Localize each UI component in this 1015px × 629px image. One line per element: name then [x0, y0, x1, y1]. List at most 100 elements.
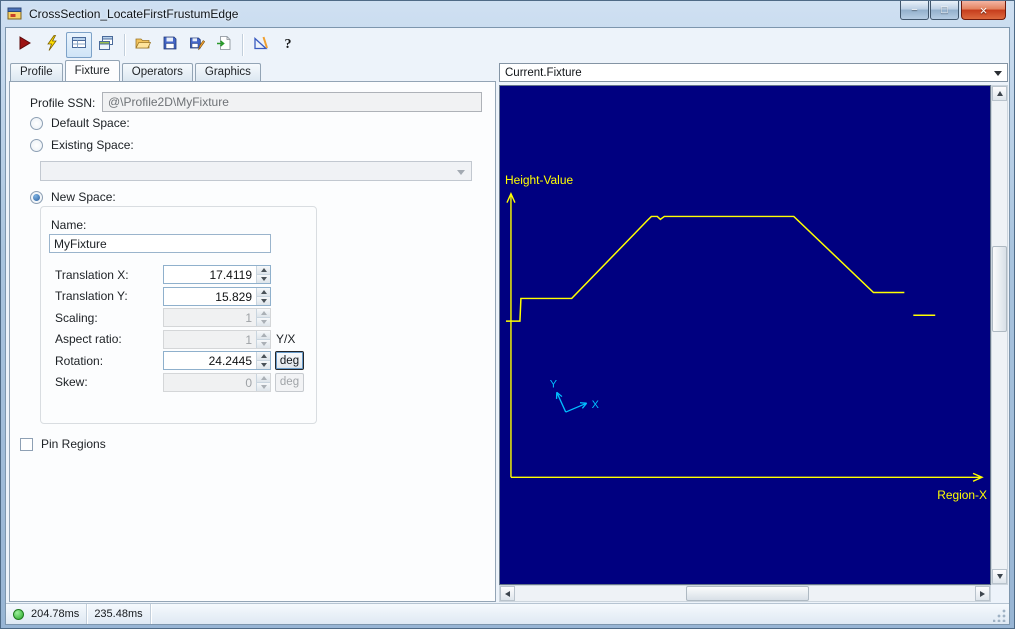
translation-y-spin-up-button[interactable]	[257, 288, 270, 297]
vertical-scroll-thumb[interactable]	[992, 246, 1007, 332]
scroll-left-button[interactable]	[500, 586, 515, 601]
maximize-button[interactable]: □	[930, 1, 959, 20]
translation-y-value[interactable]: 15.829	[164, 288, 256, 305]
pin-regions-row: Pin Regions	[20, 437, 106, 451]
translation-y-spin-down-button[interactable]	[257, 297, 270, 305]
rotation-spinner	[256, 352, 270, 369]
clone-display-button[interactable]	[93, 32, 119, 58]
translation-x-input[interactable]: 17.4119	[163, 265, 271, 284]
default-space-label: Default Space:	[51, 116, 130, 130]
triangle-down-icon	[261, 342, 267, 346]
marker-y-label: Y	[550, 378, 558, 390]
scaling-value: 1	[164, 309, 256, 326]
new-space-radio[interactable]	[30, 191, 43, 204]
scroll-up-button[interactable]	[992, 86, 1007, 101]
name-field[interactable]: MyFixture	[49, 234, 271, 253]
scroll-down-button[interactable]	[992, 569, 1007, 584]
field-row-rotation: Rotation:24.2445 deg	[41, 351, 316, 370]
horizontal-scroll-thumb[interactable]	[686, 586, 809, 601]
status-pane-2: 235.48ms	[87, 604, 150, 624]
rotation-label: Rotation:	[55, 354, 163, 368]
tab-profile[interactable]: Profile	[10, 63, 63, 81]
close-button[interactable]: ×	[961, 1, 1006, 20]
open-folder-icon	[135, 35, 151, 56]
triangle-up-icon	[261, 290, 267, 294]
field-row-translation-x: Translation X:17.4119	[41, 265, 316, 284]
tryout-button[interactable]	[39, 32, 65, 58]
default-space-radio-row: Default Space:	[30, 116, 130, 130]
translation-x-spin-down-button[interactable]	[257, 275, 270, 283]
open-button[interactable]	[130, 32, 156, 58]
new-space-label: New Space:	[51, 190, 116, 204]
translation-x-value[interactable]: 17.4119	[164, 266, 256, 283]
translation-x-spin-up-button[interactable]	[257, 266, 270, 275]
pin-regions-label: Pin Regions	[41, 437, 106, 451]
rotation-spin-down-button[interactable]	[257, 361, 270, 369]
scaling-spin-down-button	[257, 318, 270, 326]
profile-plot: Height-Value Region-X Y X	[500, 86, 990, 584]
measure-button[interactable]	[248, 32, 274, 58]
minimize-button[interactable]: −	[900, 1, 929, 20]
rotation-input[interactable]: 24.2445	[163, 351, 271, 370]
viewer-source-value: Current.Fixture	[505, 67, 582, 79]
rotation-spin-up-button[interactable]	[257, 352, 270, 361]
tab-operators[interactable]: Operators	[122, 63, 193, 81]
translation-x-label: Translation X:	[55, 268, 163, 282]
vertical-scrollbar[interactable]	[991, 85, 1008, 585]
default-space-radio[interactable]	[30, 117, 43, 130]
toolbar-separator	[242, 34, 243, 56]
aspect-ratio-suffix-label: Y/X	[276, 332, 295, 346]
horizontal-scrollbar[interactable]	[499, 585, 991, 602]
app-icon	[7, 6, 23, 22]
field-row-aspect-ratio: Aspect ratio:1 Y/X	[41, 330, 316, 349]
status-pane-empty	[151, 604, 993, 624]
triangle-left-icon	[505, 591, 510, 597]
skew-label: Skew:	[55, 375, 163, 389]
aspect-ratio-label: Aspect ratio:	[55, 332, 163, 346]
import-button[interactable]	[211, 32, 237, 58]
translation-x-spinner	[256, 266, 270, 283]
save-button[interactable]	[157, 32, 183, 58]
existing-space-radio-row: Existing Space:	[30, 138, 134, 152]
pin-regions-checkbox[interactable]	[20, 438, 33, 451]
run-button[interactable]	[12, 32, 38, 58]
plot-canvas[interactable]: Height-Value Region-X Y X	[499, 85, 991, 585]
scaling-spinner	[256, 309, 270, 326]
display-toggle-button[interactable]	[66, 32, 92, 58]
tab-graphics[interactable]: Graphics	[195, 63, 261, 81]
chevron-down-icon	[994, 71, 1002, 76]
client-area: ? ProfileFixtureOperatorsGraphics Profil…	[5, 27, 1010, 625]
transform-fields: Translation X:17.4119 Translation Y:15.82…	[41, 265, 316, 394]
skew-input: 0	[163, 373, 271, 392]
question-mark-icon: ?	[280, 35, 296, 56]
skew-spin-up-button	[257, 374, 270, 383]
save-as-button[interactable]	[184, 32, 210, 58]
tab-fixture[interactable]: Fixture	[65, 60, 120, 81]
scaling-input: 1	[163, 308, 271, 327]
fixture-tab-page: Profile SSN: @\Profile2D\MyFixture Defau…	[9, 81, 496, 602]
profile-ssn-field[interactable]: @\Profile2D\MyFixture	[102, 92, 482, 112]
resize-grip[interactable]	[993, 608, 1007, 622]
status-ok-icon	[13, 609, 24, 620]
name-label: Name:	[51, 218, 86, 232]
aspect-ratio-spin-up-button	[257, 331, 270, 340]
triangle-up-icon	[261, 268, 267, 272]
rotation-value[interactable]: 24.2445	[164, 352, 256, 369]
existing-space-radio[interactable]	[30, 139, 43, 152]
scroll-right-button[interactable]	[975, 586, 990, 601]
field-row-translation-y: Translation Y:15.829	[41, 287, 316, 306]
skew-spinner	[256, 374, 270, 391]
titlebar[interactable]: CrossSection_LocateFirstFrustumEdge − □ …	[1, 1, 1014, 27]
help-button[interactable]: ?	[275, 32, 301, 58]
viewer-source-select[interactable]: Current.Fixture	[499, 63, 1008, 82]
windows-icon	[98, 35, 114, 56]
lightning-icon	[44, 35, 60, 56]
new-space-groupbox: Name: MyFixture Translation X:17.4119Tra…	[40, 206, 317, 424]
chevron-down-icon	[457, 170, 465, 175]
triangle-up-icon	[261, 354, 267, 358]
translation-y-input[interactable]: 15.829	[163, 287, 271, 306]
field-row-skew: Skew:0deg	[41, 373, 316, 392]
svg-text:?: ?	[285, 37, 292, 51]
aspect-ratio-input: 1	[163, 330, 271, 349]
rotation-unit-button[interactable]: deg	[275, 351, 304, 370]
